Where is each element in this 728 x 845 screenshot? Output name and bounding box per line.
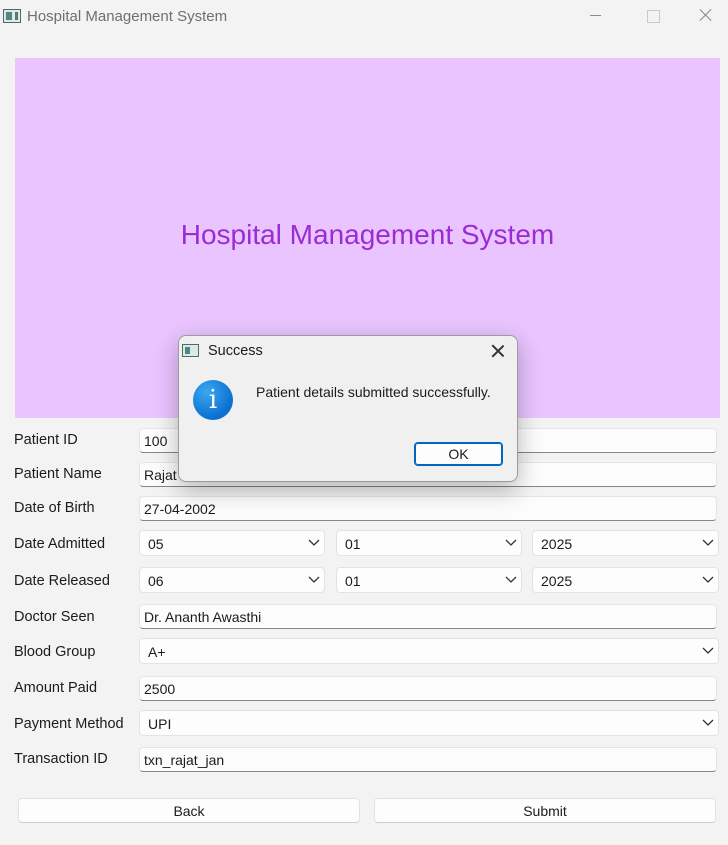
admitted-day-value: 05	[148, 536, 164, 552]
payment-method-select[interactable]: UPI	[139, 710, 719, 736]
minimize-button[interactable]	[572, 0, 618, 32]
patient-id-label: Patient ID	[14, 432, 78, 448]
dialog-titlebar: Success	[179, 336, 517, 366]
window-titlebar: Hospital Management System	[0, 0, 728, 34]
doctor-seen-label: Doctor Seen	[14, 609, 95, 625]
admitted-month-value: 01	[345, 536, 361, 552]
chevron-down-icon	[308, 536, 320, 548]
chevron-down-icon	[505, 573, 517, 585]
chevron-down-icon	[702, 536, 714, 548]
maximize-button[interactable]	[630, 0, 676, 32]
window-title: Hospital Management System	[27, 8, 228, 25]
blood-group-label: Blood Group	[14, 644, 96, 660]
banner-title: Hospital Management System	[180, 219, 555, 250]
released-month-value: 01	[345, 573, 361, 589]
date-of-birth-input[interactable]: 27-04-2002	[139, 496, 717, 521]
released-year-select[interactable]: 2025	[532, 567, 719, 593]
doctor-seen-input[interactable]: Dr. Ananth Awasthi	[139, 604, 717, 629]
back-button[interactable]: Back	[18, 798, 360, 823]
dialog-title: Success	[208, 343, 263, 359]
close-window-button[interactable]	[682, 0, 728, 32]
date-released-label: Date Released	[14, 573, 110, 589]
chevron-down-icon	[702, 644, 714, 656]
admitted-day-select[interactable]: 05	[139, 530, 325, 556]
app-icon	[182, 344, 199, 357]
chevron-down-icon	[702, 716, 714, 728]
transaction-id-label: Transaction ID	[14, 751, 108, 767]
payment-method-label: Payment Method	[14, 716, 124, 732]
admitted-year-select[interactable]: 2025	[532, 530, 719, 556]
chevron-down-icon	[505, 536, 517, 548]
patient-name-label: Patient Name	[14, 466, 102, 482]
dialog-message: Patient details submitted successfully.	[256, 384, 491, 400]
released-year-value: 2025	[541, 573, 573, 589]
date-admitted-label: Date Admitted	[14, 536, 106, 552]
app-icon	[3, 9, 21, 23]
dialog-close-button[interactable]	[485, 340, 511, 362]
information-icon: i	[193, 380, 233, 420]
success-dialog: Success i Patient details submitted succ…	[178, 335, 518, 482]
blood-group-value: A+	[148, 644, 166, 660]
chevron-down-icon	[308, 573, 320, 585]
blood-group-select[interactable]: A+	[139, 638, 719, 664]
amount-paid-label: Amount Paid	[14, 680, 98, 696]
date-of-birth-label: Date of Birth	[14, 500, 95, 516]
amount-paid-input[interactable]: 2500	[139, 676, 717, 701]
released-day-select[interactable]: 06	[139, 567, 325, 593]
submit-button[interactable]: Submit	[374, 798, 716, 823]
ok-button[interactable]: OK	[414, 442, 503, 466]
released-day-value: 06	[148, 573, 164, 589]
admitted-year-value: 2025	[541, 536, 573, 552]
released-month-select[interactable]: 01	[336, 567, 522, 593]
payment-method-value: UPI	[148, 716, 172, 732]
chevron-down-icon	[702, 573, 714, 585]
transaction-id-input[interactable]: txn_rajat_jan	[139, 747, 717, 772]
admitted-month-select[interactable]: 01	[336, 530, 522, 556]
